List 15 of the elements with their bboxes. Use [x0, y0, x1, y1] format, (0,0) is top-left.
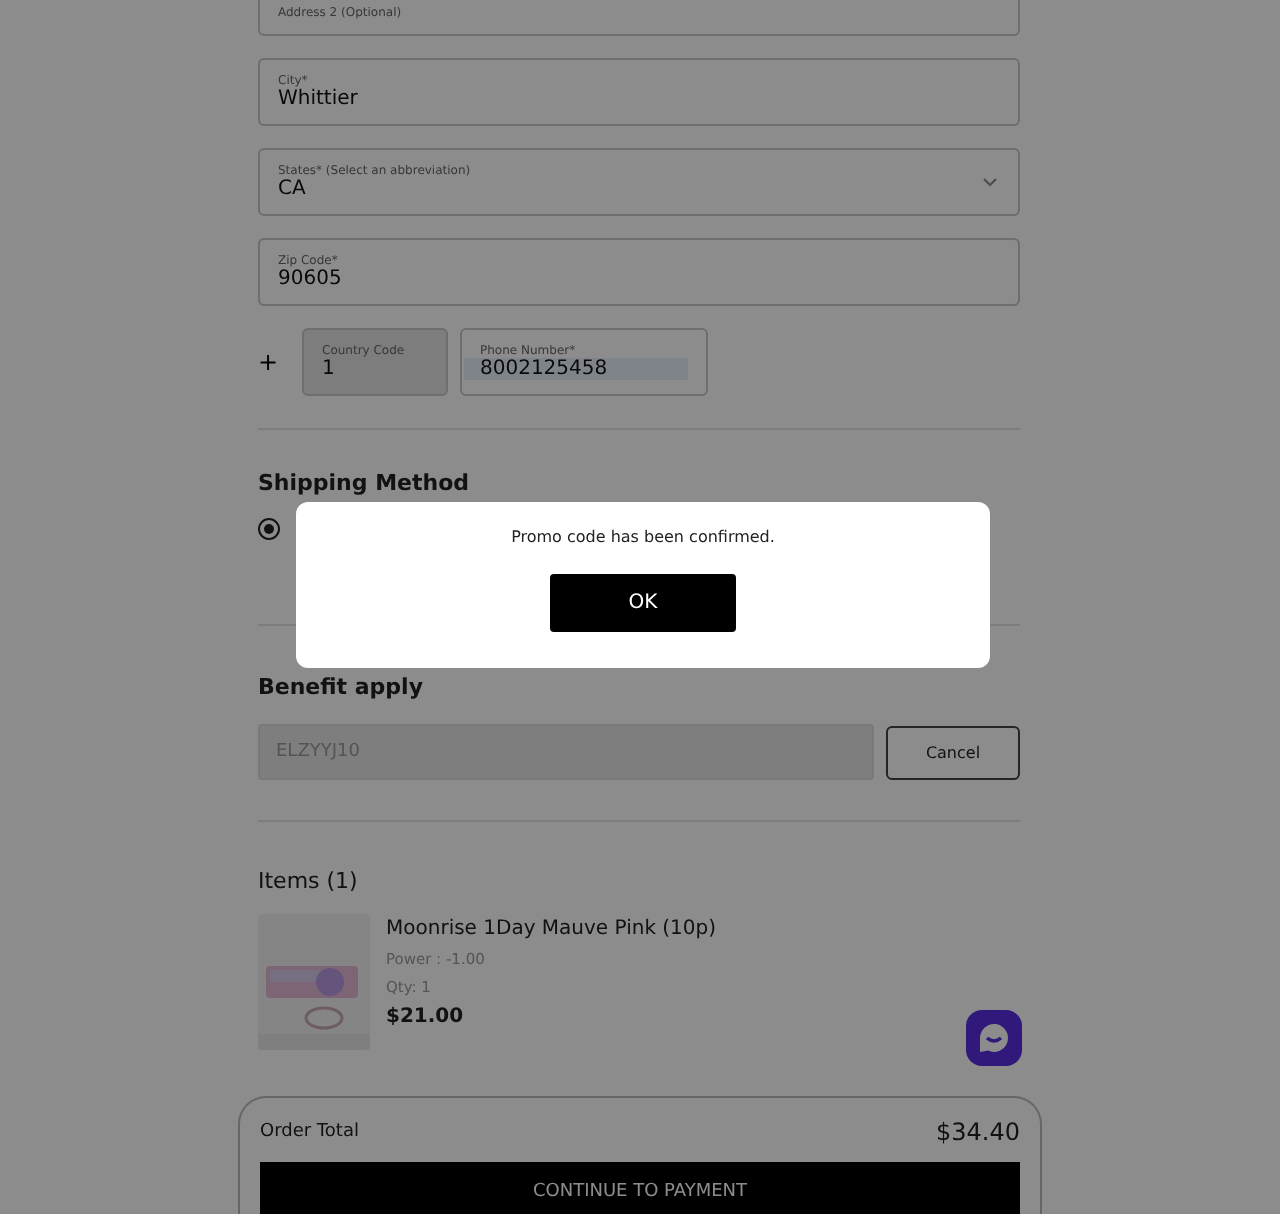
radio-button[interactable]: [258, 518, 280, 540]
product-price: $21.00: [386, 1006, 466, 1028]
product-name: Moonrise 1Day Mauve Pink (10p): [386, 918, 717, 940]
order-total-amount: $34.40: [936, 1118, 1020, 1146]
ok-button[interactable]: OK: [550, 574, 736, 632]
dialog-message: Promo code has been confirmed.: [511, 528, 775, 546]
cancel-button[interactable]: Cancel: [886, 725, 1020, 779]
section-heading: Shipping Method: [258, 470, 472, 496]
section-heading: Items (1): [258, 868, 360, 894]
section-heading: Benefit apply: [258, 674, 425, 700]
continue-to-payment-button[interactable]: CONTINUE TO PAYMENT: [260, 1162, 1020, 1214]
chevron-down-icon: [982, 176, 998, 188]
chat-icon[interactable]: [966, 1010, 1022, 1066]
plus-sign: +: [258, 348, 281, 376]
order-total-label: Order Total: [260, 1122, 359, 1142]
